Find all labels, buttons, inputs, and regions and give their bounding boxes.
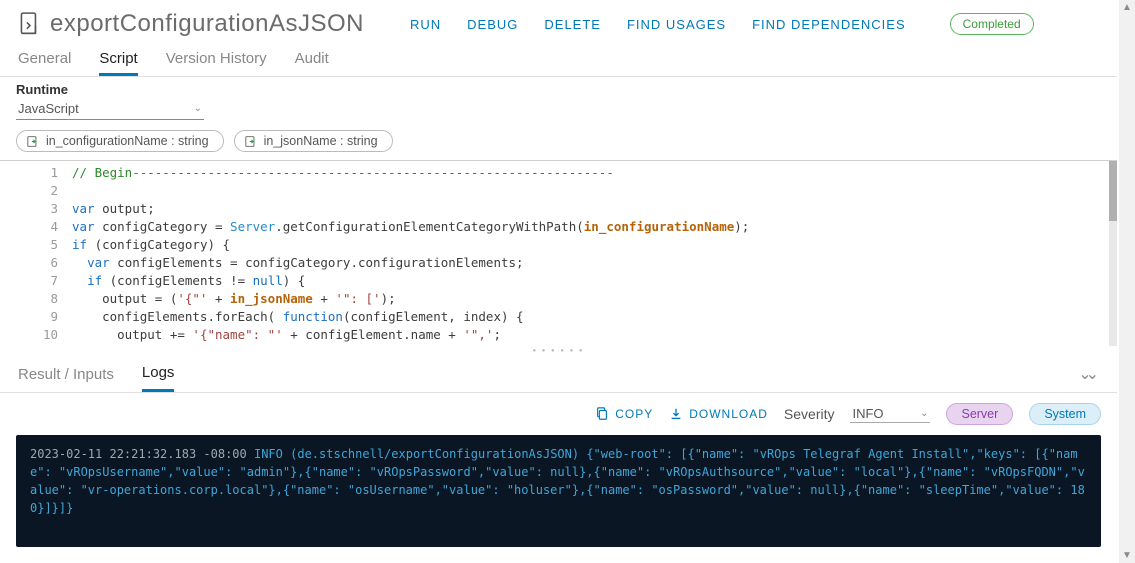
editor-code[interactable]: // Begin--------------------------------… [68, 161, 1117, 346]
filter-chip-server[interactable]: Server [946, 403, 1013, 425]
status-badge: Completed [950, 13, 1034, 35]
copy-button[interactable]: COPY [595, 407, 653, 421]
editor-scrollbar[interactable] [1109, 161, 1117, 346]
main-tabs: General Script Version History Audit [0, 42, 1117, 77]
find-dependencies-button[interactable]: FIND DEPENDENCIES [752, 17, 906, 32]
log-console[interactable]: 2023-02-11 22:21:32.183 -08:00 INFO (de.… [16, 435, 1101, 547]
severity-label: Severity [784, 406, 835, 422]
tab-version-history[interactable]: Version History [166, 44, 267, 76]
page-title: exportConfigurationAsJSON [50, 10, 364, 38]
delete-button[interactable]: DELETE [544, 17, 601, 32]
editor-gutter: 12345678910 [0, 161, 68, 346]
download-button[interactable]: DOWNLOAD [669, 407, 768, 421]
param-pill-configuration-name[interactable]: in_configurationName : string [16, 130, 224, 152]
param-pill-json-name[interactable]: in_jsonName : string [234, 130, 393, 152]
input-param-icon [245, 135, 258, 148]
log-level: INFO [254, 447, 283, 461]
chevron-down-icon: ⌄ [920, 408, 928, 419]
scroll-down-icon[interactable]: ▼ [1120, 548, 1134, 563]
code-editor[interactable]: 12345678910 // Begin--------------------… [0, 160, 1117, 346]
collapse-panel-icon[interactable]: ⌄⌄ [1078, 364, 1099, 384]
download-icon [669, 407, 683, 421]
filter-chip-system[interactable]: System [1029, 403, 1101, 425]
severity-select[interactable]: INFO ⌄ [850, 405, 930, 423]
debug-button[interactable]: DEBUG [467, 17, 518, 32]
panel-splitter[interactable]: ● ● ● ● ● ● [0, 346, 1117, 356]
find-usages-button[interactable]: FIND USAGES [627, 17, 726, 32]
action-icon [16, 10, 44, 38]
runtime-label: Runtime [0, 77, 1117, 99]
tab-audit[interactable]: Audit [295, 44, 329, 76]
run-button[interactable]: RUN [410, 17, 441, 32]
param-label: in_configurationName : string [46, 134, 209, 148]
page-scrollbar[interactable]: ▲ ▼ [1119, 0, 1135, 563]
input-param-icon [27, 135, 40, 148]
log-timestamp: 2023-02-11 22:21:32.183 -08:00 [30, 447, 247, 461]
tab-general[interactable]: General [18, 44, 71, 76]
copy-icon [595, 407, 609, 421]
param-label: in_jsonName : string [264, 134, 378, 148]
tab-script[interactable]: Script [99, 44, 137, 76]
lower-tabs: Result / Inputs Logs ⌄⌄ [0, 356, 1117, 393]
runtime-select[interactable]: JavaScript ⌄ [16, 99, 204, 120]
tab-result-inputs[interactable]: Result / Inputs [18, 358, 114, 391]
runtime-value: JavaScript [18, 101, 79, 116]
chevron-down-icon: ⌄ [194, 103, 202, 114]
tab-logs[interactable]: Logs [142, 356, 175, 392]
scroll-up-icon[interactable]: ▲ [1120, 0, 1134, 15]
